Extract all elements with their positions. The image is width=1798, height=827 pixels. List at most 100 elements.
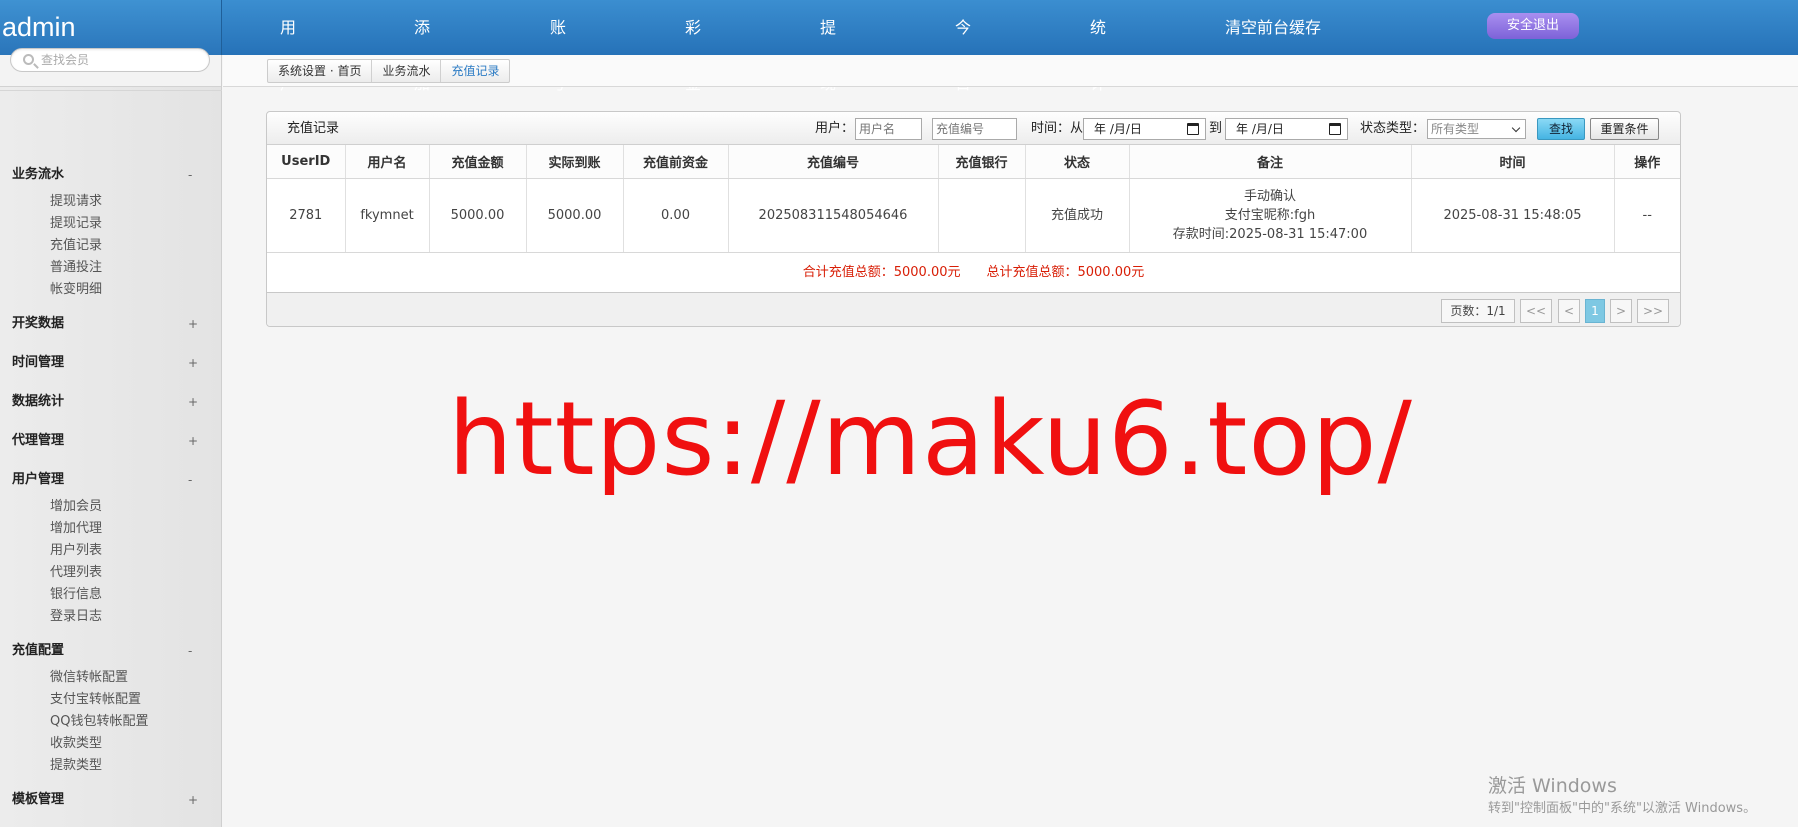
sidebar-group-lottery-data: 开奖数据 + [0,313,222,335]
last-page-button[interactable]: >> [1637,299,1669,323]
panel-header: 充值记录 用户： 时间：从 年 /月/日 到 年 /月/日 状态类型： 所有类型… [267,112,1680,145]
expand-toggle-icon[interactable]: + [188,391,198,413]
sidebar-item-recharge-record[interactable]: 充值记录 [0,235,222,257]
status-type-select[interactable]: 所有类型 [1427,119,1526,139]
first-page-button[interactable]: << [1520,299,1552,323]
cell-bank [938,178,1026,253]
recharge-records-panel: 充值记录 用户： 时间：从 年 /月/日 到 年 /月/日 状态类型： 所有类型… [266,111,1681,327]
pagination: 页数：1/1 << < 1 > >> [267,293,1680,326]
col-header-amount: 充值金额 [429,145,527,179]
group-label: 充值配置 [12,643,65,658]
group-label: 模板管理 [12,792,65,807]
current-page-button[interactable]: 1 [1585,299,1605,323]
breadcrumb-current: 充值记录 [440,60,509,82]
sidebar-item-alipay-transfer[interactable]: 支付宝转帐配置 [0,689,222,711]
search-icon [23,54,34,65]
expand-toggle-icon[interactable]: + [188,313,198,335]
sidebar-group-header[interactable]: 开奖数据 + [0,313,222,335]
breadcrumb-home[interactable]: 系统设置 · 首页 [268,60,371,82]
sidebar-item-normal-bet[interactable]: 普通投注 [0,257,222,279]
calendar-icon[interactable] [1187,123,1199,135]
sidebar-group-agents: 代理管理 + [0,430,222,452]
cell-username: fkymnet [345,178,430,253]
time-to-label: 到 [1209,121,1223,136]
status-type-value: 所有类型 [1431,122,1480,136]
sidebar-item-add-member[interactable]: 增加会员 [0,496,222,518]
sidebar-item-agent-list[interactable]: 代理列表 [0,562,222,584]
col-header-before: 充值前资金 [623,145,729,179]
col-header-username: 用户名 [345,145,430,179]
cell-order-no: 202508311548054646 [728,178,939,253]
expand-toggle-icon[interactable]: + [188,789,198,811]
group-label: 开奖数据 [12,316,65,331]
sidebar-group-header[interactable]: 充值配置 - [0,640,222,662]
sidebar-item-bank-info[interactable]: 银行信息 [0,584,222,606]
date-to-value: 年 /月/日 [1236,122,1284,136]
group-label: 时间管理 [12,355,65,370]
date-to-field[interactable]: 年 /月/日 [1225,118,1348,140]
cell-before: 0.00 [623,178,729,253]
recharge-table: UserID 用户名 充值金额 实际到账 充值前资金 充值编号 充值银行 状态 … [267,145,1680,253]
sidebar-item-wechat-transfer[interactable]: 微信转帐配置 [0,667,222,689]
breadcrumb-business[interactable]: 业务流水 [371,60,440,82]
collapse-toggle-icon[interactable]: - [188,640,192,662]
col-header-order-no: 充值编号 [728,145,939,179]
sidebar-item-login-log[interactable]: 登录日志 [0,606,222,628]
username-input[interactable] [855,118,922,140]
member-search-input[interactable] [41,51,201,69]
sidebar-group-recharge-config: 充值配置 - 微信转帐配置 支付宝转帐配置 QQ钱包转帐配置 收款类型 提款类型 [0,640,222,777]
sidebar-group-header[interactable]: 时间管理 + [0,352,222,374]
note-line: 支付宝昵称:fgh [1224,207,1316,223]
sidebar-group-business: 业务流水 - 提现请求 提现记录 充值记录 普通投注 帐变明细 [0,164,222,301]
collapse-toggle-icon[interactable]: - [188,164,192,186]
sidebar-group-header[interactable]: 数据统计 + [0,391,222,413]
sidebar-item-payee-types[interactable]: 收款类型 [0,733,222,755]
col-header-bank: 充值银行 [938,145,1026,179]
totals-summary: 合计充值总额：5000.00元 总计充值总额：5000.00元 [267,253,1680,293]
group-label: 代理管理 [12,433,65,448]
windows-activation-hint: 转到"控制面板"中的"系统"以激活 Windows。 [1488,801,1757,816]
cell-actual: 5000.00 [526,178,624,253]
prev-page-button[interactable]: < [1558,299,1580,323]
collapse-toggle-icon[interactable]: - [188,469,192,491]
cell-time: 2025-08-31 15:48:05 [1411,178,1615,253]
sidebar-item-add-agent[interactable]: 增加代理 [0,518,222,540]
order-number-input[interactable] [932,118,1017,140]
sidebar-item-withdraw-types[interactable]: 提款类型 [0,755,222,777]
note-line: 存款时间:2025-08-31 15:47:00 [1172,226,1368,242]
nav-clear-cache[interactable]: 清空前台缓存 [1225,0,1321,56]
breadcrumb-bar: 系统设置 · 首页 业务流水 充值记录 [223,55,1798,87]
sidebar-group-header[interactable]: 模板管理 + [0,789,222,811]
sidebar-item-withdraw-record[interactable]: 提现记录 [0,213,222,235]
cell-status: 充值成功 [1025,178,1130,253]
sidebar-item-withdraw-request[interactable]: 提现请求 [0,191,222,213]
top-bar: admin 用户列表 添加用户 账号充值 彩金赠送 提现请求 今日统计 统计报表… [0,0,1798,205]
group-label: 业务流水 [12,167,65,182]
next-page-button[interactable]: > [1610,299,1632,323]
col-header-time: 时间 [1411,145,1615,179]
chevron-down-icon [1511,123,1521,133]
cell-userid: 2781 [267,178,346,253]
col-header-action: 操作 [1614,145,1680,179]
cell-action: -- [1614,178,1680,253]
table-header-row: UserID 用户名 充值金额 实际到账 充值前资金 充值编号 充值银行 状态 … [267,145,1680,179]
sidebar-group-header[interactable]: 业务流水 - [0,164,222,186]
sidebar-group-header[interactable]: 用户管理 - [0,469,222,491]
expand-toggle-icon[interactable]: + [188,352,198,374]
member-search[interactable] [10,48,210,72]
sidebar-item-qq-wallet-transfer[interactable]: QQ钱包转帐配置 [0,711,222,733]
calendar-icon[interactable] [1329,123,1341,135]
col-header-note: 备注 [1129,145,1412,179]
sidebar-group-header[interactable]: 代理管理 + [0,430,222,452]
sidebar-divider [0,90,222,91]
sidebar-item-user-list[interactable]: 用户列表 [0,540,222,562]
logout-button[interactable]: 安全退出 [1487,13,1579,39]
sidebar-group-statistics: 数据统计 + [0,391,222,413]
date-from-field[interactable]: 年 /月/日 [1083,118,1206,140]
reset-button[interactable]: 重置条件 [1590,118,1659,140]
sidebar-group-users: 用户管理 - 增加会员 增加代理 用户列表 代理列表 银行信息 登录日志 [0,469,222,628]
sidebar-item-account-changes[interactable]: 帐变明细 [0,279,222,301]
user-filter-label: 用户： [815,121,855,136]
search-button[interactable]: 查找 [1537,118,1585,140]
expand-toggle-icon[interactable]: + [188,430,198,452]
